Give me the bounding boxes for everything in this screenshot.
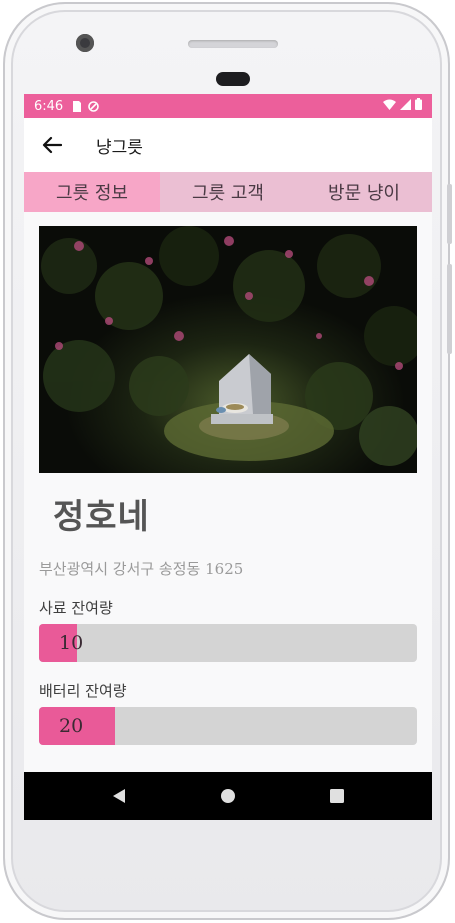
page-title: 냥그릇 [96,137,143,158]
back-triangle-icon[interactable] [107,784,131,808]
shop-address: 부산광역시 강서구 송정동 1625 [39,560,244,578]
tab-bar: 그릇 정보 그릇 고객 방문 냥이 [24,172,432,212]
battery-level-label: 배터리 잔여량 [39,682,127,700]
app-bar: 냥그릇 [24,118,432,172]
main-content: 정호네 부산광역시 강서구 송정동 1625 사료 잔여량 10 배터리 잔여량… [24,212,432,745]
home-circle-icon[interactable] [216,784,240,808]
sd-card-icon [71,100,82,112]
battery-level-value: 20 [59,715,84,737]
bowl-location-photo [39,226,417,473]
food-level-label: 사료 잔여량 [39,599,113,617]
speaker-grille [188,40,278,48]
data-saver-icon [88,100,100,112]
system-nav-bar [24,772,432,820]
shop-name: 정호네 [53,497,150,537]
earpiece [216,72,250,86]
arrow-left-icon[interactable] [40,133,64,157]
signal-icon [400,98,411,114]
status-time: 6:46 [34,98,64,114]
tab-bowl-info[interactable]: 그릇 정보 [24,172,160,212]
screen: 6:46 냥그릇 그릇 정보 그릇 고객 방문 냥이 정호네 부산광역시 강서구… [24,94,432,820]
front-camera [76,34,94,52]
volume-button [447,184,452,244]
food-level-value: 10 [59,632,84,654]
battery-level-bar: 20 [39,707,417,745]
wifi-icon [383,99,396,114]
recents-square-icon[interactable] [325,784,349,808]
power-button [447,264,452,354]
battery-icon [415,98,422,114]
tab-bowl-customers[interactable]: 그릇 고객 [160,172,296,212]
tab-visiting-cats[interactable]: 방문 냥이 [296,172,432,212]
status-bar: 6:46 [24,94,432,118]
food-level-bar: 10 [39,624,417,662]
